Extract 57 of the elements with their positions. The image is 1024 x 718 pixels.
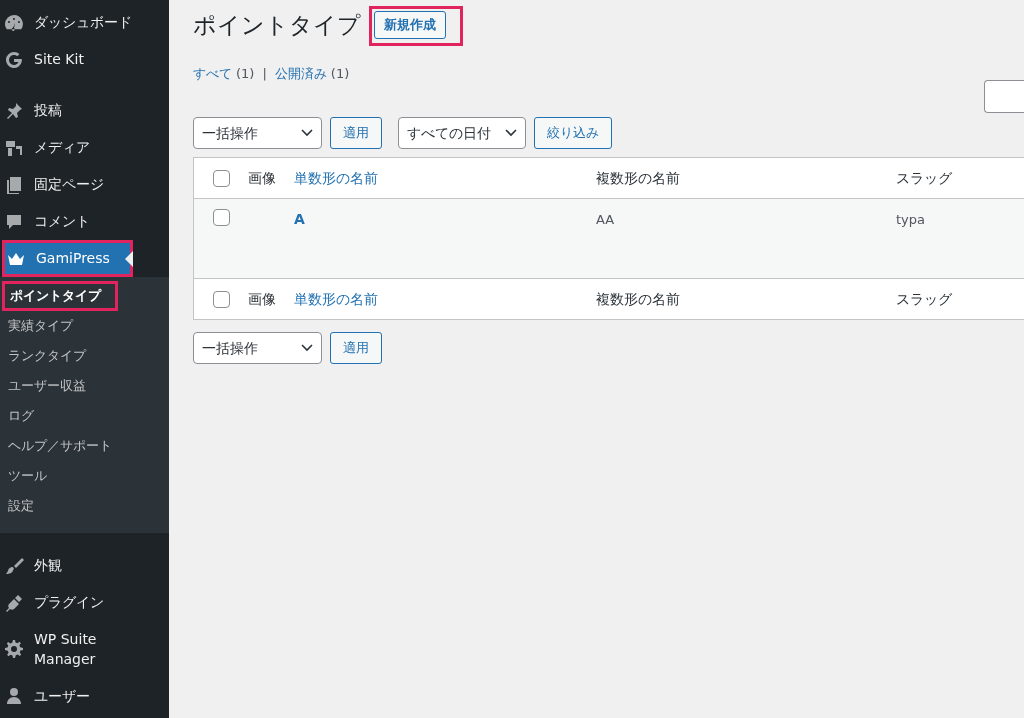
separator: | <box>262 64 267 83</box>
menu-item[interactable]: ユーザー <box>0 677 169 715</box>
column-header: スラッグ <box>896 169 952 186</box>
chevron-icon <box>505 129 517 137</box>
submenu-item[interactable]: ツール <box>0 461 169 491</box>
menu-item[interactable]: コメント <box>0 203 169 240</box>
submenu-item[interactable]: ポイントタイプ <box>2 281 118 311</box>
menu-item[interactable]: 外観 <box>0 547 169 584</box>
apply-button[interactable]: 適用 <box>330 332 382 364</box>
menu-item[interactable]: WP Suite Manager <box>0 621 169 678</box>
row-checkbox[interactable] <box>212 209 230 226</box>
filter-button[interactable]: 絞り込み <box>534 117 612 149</box>
select-all-checkbox[interactable] <box>212 169 230 187</box>
column-header: 複数形の名前 <box>596 169 680 186</box>
view-count: (1) <box>236 64 255 83</box>
view-link[interactable]: 公開済み <box>274 63 327 83</box>
submenu-item[interactable]: 実績タイプ <box>0 311 169 341</box>
table-cell: typa <box>896 212 925 227</box>
plug-icon <box>4 592 24 613</box>
submenu-item[interactable]: ヘルプ／サポート <box>0 431 169 461</box>
gear-icon <box>4 639 24 660</box>
column-header: 画像 <box>248 169 276 186</box>
dropdown[interactable]: すべての日付 <box>398 117 526 149</box>
column-header[interactable]: 単数形の名前 <box>294 169 378 186</box>
item-title-link[interactable]: A <box>294 211 305 227</box>
menu-item[interactable]: メディア <box>0 129 169 166</box>
pages-icon <box>4 174 24 195</box>
submenu-item[interactable]: 設定 <box>0 491 169 521</box>
dropdown[interactable]: 一括操作 <box>193 332 322 364</box>
search-field[interactable] <box>984 80 1024 113</box>
submenu-item[interactable]: ランクタイプ <box>0 341 169 371</box>
chevron-icon <box>301 129 313 137</box>
select-all-checkbox[interactable] <box>212 290 230 308</box>
column-header: 複数形の名前 <box>596 290 680 307</box>
submenu-item[interactable]: ユーザー収益 <box>0 371 169 401</box>
menu-item[interactable]: 固定ページ <box>0 166 169 203</box>
person-icon <box>4 686 24 707</box>
menu-item[interactable]: Site Kit <box>0 41 169 78</box>
column-header: スラッグ <box>896 290 952 307</box>
dashboard-icon <box>4 12 24 33</box>
chevron-icon <box>301 344 313 352</box>
menu-item[interactable]: GamiPress <box>2 240 133 277</box>
column-header: 画像 <box>248 290 276 307</box>
submenu-item[interactable]: ログ <box>0 401 169 431</box>
menu-item[interactable]: プラグイン <box>0 584 169 621</box>
brush-icon <box>4 555 24 576</box>
menu-item[interactable]: 投稿 <box>0 92 169 129</box>
g-letter-icon <box>4 49 24 70</box>
add-new-button[interactable]: 新規作成 <box>374 11 446 39</box>
apply-button[interactable]: 適用 <box>330 117 382 149</box>
view-count: (1) <box>330 64 350 83</box>
dropdown[interactable]: 一括操作 <box>193 117 322 149</box>
table-cell: AA <box>596 212 615 227</box>
column-header[interactable]: 単数形の名前 <box>294 290 378 307</box>
view-link[interactable]: すべて <box>193 63 232 83</box>
page-title: ポイントタイプ <box>193 11 361 40</box>
menu-item[interactable]: ダッシュボード <box>0 4 169 41</box>
